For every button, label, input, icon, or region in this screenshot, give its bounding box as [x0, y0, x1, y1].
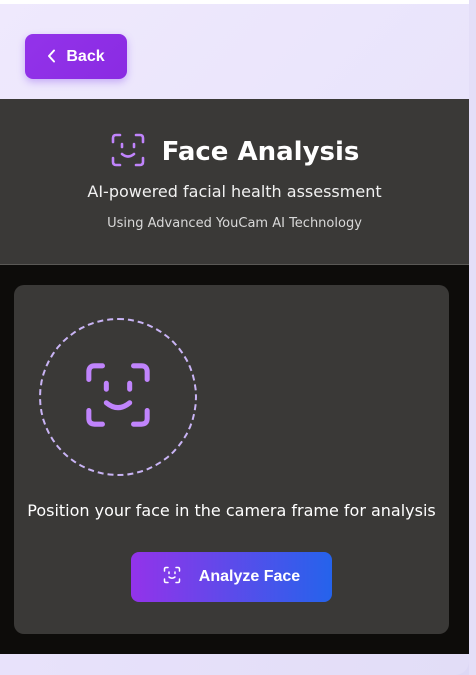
face-scan-icon — [110, 132, 146, 172]
app-page: Back Face Analysis AI-powered facial hea… — [0, 0, 469, 675]
face-scan-icon — [163, 566, 181, 589]
title-row: Face Analysis — [0, 132, 469, 172]
face-scan-icon — [83, 360, 153, 434]
top-bar: Back — [0, 0, 469, 99]
page-title: Face Analysis — [161, 137, 360, 167]
chevron-left-icon — [47, 49, 56, 65]
camera-frame — [39, 318, 197, 476]
technology-note: Using Advanced YouCam AI Technology — [107, 216, 362, 231]
bottom-bar — [0, 654, 469, 675]
analyze-face-button[interactable]: Analyze Face — [131, 552, 332, 602]
analyze-face-label: Analyze Face — [198, 568, 301, 585]
back-label: Back — [66, 47, 105, 65]
page-subtitle: AI-powered facial health assessment — [87, 182, 382, 201]
page-edge — [469, 0, 476, 675]
back-button[interactable]: Back — [25, 34, 127, 79]
capture-card: Position your face in the camera frame f… — [14, 285, 449, 634]
camera-instruction: Position your face in the camera frame f… — [27, 501, 436, 520]
main-area: Position your face in the camera frame f… — [0, 265, 469, 654]
page-header: Face Analysis AI-powered facial health a… — [0, 99, 469, 265]
